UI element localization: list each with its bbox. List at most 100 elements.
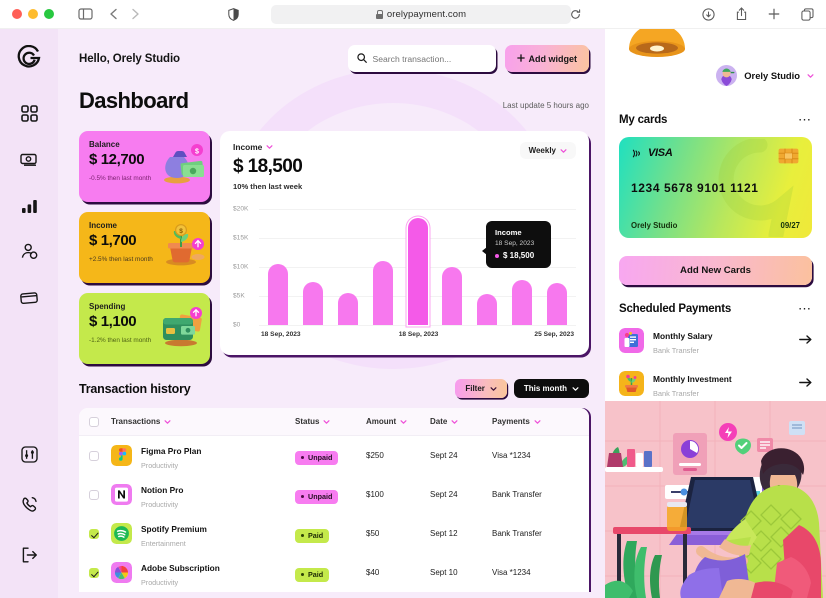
transaction-category: Productivity [141, 500, 183, 509]
add-widget-label: Add widget [529, 54, 578, 64]
chart-range-selector[interactable]: Weekly [520, 142, 576, 159]
scheduled-payment-item[interactable]: Monthly InvestmentBank Transfer [605, 362, 826, 405]
credit-card[interactable]: VISA 1234 5678 9101 1121 Orely Studio 09… [619, 137, 812, 238]
column-header-payments[interactable]: Payments [492, 417, 579, 426]
table-row[interactable]: Adobe SubscriptionProductivityPaid$40Sep… [79, 553, 589, 592]
arrow-right-icon[interactable] [799, 332, 812, 350]
arrow-right-icon[interactable] [799, 375, 812, 393]
stat-card-spending[interactable]: Spending $ 1,100 -1.2% then last month [79, 293, 210, 364]
table-header-row: Transactions Status Amount Date [79, 408, 589, 436]
search-input[interactable] [373, 54, 487, 64]
chart-metric-selector[interactable]: Income [233, 142, 302, 152]
column-header-transactions[interactable]: Transactions [99, 417, 295, 426]
transaction-payment: Bank Transfer [492, 529, 579, 538]
sidebar-item-cards[interactable] [14, 285, 44, 315]
column-header-date[interactable]: Date [430, 417, 492, 426]
window-controls[interactable] [12, 9, 54, 19]
chart-bar-slot[interactable] [331, 209, 366, 325]
tooltip-value: $ 18,500 [503, 251, 534, 260]
chart-bar-slot[interactable] [435, 209, 470, 325]
column-header-status[interactable]: Status [295, 417, 366, 426]
chart-bar[interactable] [303, 282, 323, 326]
scheduled-payments-header: Scheduled Payments ⋯ [605, 302, 826, 315]
transaction-name: Spotify Premium [141, 524, 207, 534]
row-checkbox[interactable] [89, 568, 99, 578]
sidebar-item-logout[interactable] [14, 542, 44, 572]
status-badge: Unpaid [295, 490, 338, 504]
table-row[interactable]: Spotify PremiumEntertainmentPaid$50Sept … [79, 514, 589, 553]
stat-cards: Balance $ 12,700 -0.5% then last month [79, 131, 210, 364]
minimize-window-button[interactable] [28, 9, 38, 19]
table-body: Figma Pro PlanProductivityUnpaid$250Sept… [79, 436, 589, 592]
chevron-down-icon [572, 387, 579, 391]
period-button[interactable]: This month [514, 379, 589, 398]
transaction-header: Transaction history Filter This month [79, 379, 589, 398]
new-tab-icon[interactable] [765, 5, 783, 23]
reload-icon[interactable] [566, 5, 584, 23]
user-menu[interactable]: Orely Studio [716, 65, 814, 86]
row-checkbox[interactable] [89, 451, 99, 461]
close-window-button[interactable] [12, 9, 22, 19]
sidebar-item-transactions[interactable] [14, 147, 44, 177]
forward-icon[interactable] [126, 5, 144, 23]
add-new-cards-button[interactable]: Add New Cards [619, 256, 812, 285]
row-checkbox[interactable] [89, 490, 99, 500]
share-icon[interactable] [732, 5, 750, 23]
download-icon[interactable] [699, 5, 717, 23]
chart-bar[interactable] [268, 264, 288, 325]
chart-bar-slot[interactable] [261, 209, 296, 325]
transaction-date: Sept 24 [430, 490, 492, 499]
chart-bar[interactable] [512, 280, 532, 325]
svg-text:$: $ [195, 149, 199, 156]
shield-icon[interactable] [224, 5, 242, 23]
row-checkbox[interactable] [89, 529, 99, 539]
chart-bar[interactable] [477, 294, 497, 325]
add-widget-button[interactable]: Add widget [505, 45, 590, 72]
address-bar[interactable]: orelypayment.com [271, 5, 571, 24]
stat-card-balance[interactable]: Balance $ 12,700 -0.5% then last month [79, 131, 210, 202]
lamp-decoration [623, 29, 691, 63]
column-header-amount[interactable]: Amount [366, 417, 430, 426]
grid-icon [21, 105, 38, 127]
filter-button[interactable]: Filter [455, 379, 507, 398]
chart-bar[interactable] [373, 261, 393, 325]
table-row[interactable]: Figma Pro PlanProductivityUnpaid$250Sept… [79, 436, 589, 475]
chart-bar-slot[interactable] [400, 209, 435, 325]
main-topbar: Hello, Orely Studio Add wid [79, 29, 589, 72]
select-all-checkbox[interactable] [89, 417, 99, 427]
wallet-illustration [157, 302, 205, 348]
sidebar-item-analytics[interactable] [14, 193, 44, 223]
chart-bar[interactable] [547, 283, 567, 325]
workspace-illustration [605, 401, 826, 598]
sidebar-item-support[interactable] [14, 492, 44, 522]
back-icon[interactable] [104, 5, 122, 23]
scheduled-payments-title: Scheduled Payments [619, 303, 731, 315]
payment-method: Bank Transfer [653, 389, 790, 398]
table-row[interactable]: Notion ProProductivityUnpaid$100Sept 24B… [79, 475, 589, 514]
sidebar-toggle-icon[interactable] [76, 5, 94, 23]
chart-bar[interactable] [442, 267, 462, 325]
transaction-payment: Bank Transfer [492, 490, 579, 499]
sidebar-item-dashboard[interactable] [14, 101, 44, 131]
my-cards-more-button[interactable]: ⋯ [798, 113, 812, 126]
sliders-icon [21, 446, 38, 468]
browser-toolbar: orelypayment.com [0, 0, 826, 29]
maximize-window-button[interactable] [44, 9, 54, 19]
chart-bar-slot[interactable] [296, 209, 331, 325]
svg-text:$: $ [179, 228, 183, 235]
column-label: Date [430, 417, 447, 426]
chevron-down-icon [451, 420, 458, 424]
tabs-icon[interactable] [798, 5, 816, 23]
chart-bar[interactable] [338, 293, 358, 325]
chart-bar[interactable] [408, 218, 428, 325]
sidebar-item-settings[interactable] [14, 442, 44, 472]
search-box[interactable] [348, 45, 496, 72]
money-bag-illustration: $ [157, 140, 205, 186]
chart-bar-slot[interactable] [365, 209, 400, 325]
scheduled-more-button[interactable]: ⋯ [798, 302, 812, 315]
sidebar-item-earnings[interactable] [14, 239, 44, 269]
stat-card-income[interactable]: Income $ 1,700 +2.5% then last month [79, 212, 210, 283]
person-coin-icon [20, 243, 38, 265]
orely-logo[interactable] [14, 43, 44, 73]
scheduled-payment-item[interactable]: Monthly SalaryBank Transfer [605, 319, 826, 362]
